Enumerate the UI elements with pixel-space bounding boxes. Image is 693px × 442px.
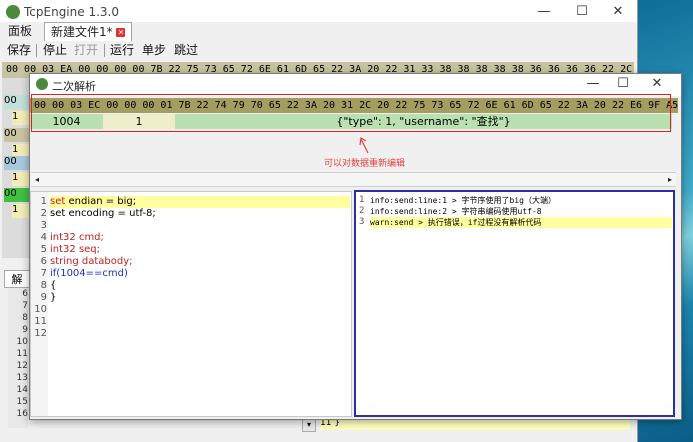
- open-button[interactable]: 打开: [74, 41, 98, 59]
- line-number: 13: [16, 373, 28, 383]
- line-number: 16: [16, 409, 28, 419]
- scroll-left-icon[interactable]: ◂: [31, 173, 43, 186]
- left-cell: 00: [4, 128, 30, 142]
- toolbar: 保存 停止 打开 运行 单步 跳过: [0, 41, 637, 59]
- code-line: set endian = big;: [50, 196, 350, 208]
- line-number: 6: [22, 289, 28, 299]
- stop-button[interactable]: 停止: [43, 41, 67, 59]
- line-number: 6: [40, 256, 47, 267]
- horizontal-scrollbar[interactable]: ◂ ▸: [31, 172, 676, 187]
- left-cell: 00: [4, 95, 30, 109]
- toolbar-divider: [104, 44, 105, 57]
- left-cell: 00: [4, 156, 30, 170]
- line-number: 10: [16, 337, 28, 347]
- line-number: 11: [34, 316, 47, 327]
- line-number: 8: [22, 313, 28, 323]
- left-cell: 1: [12, 172, 30, 186]
- line-number: 4: [40, 232, 47, 243]
- tab-close-icon[interactable]: ✕: [116, 28, 126, 37]
- code-line: }: [50, 292, 57, 303]
- left-cell: 1: [12, 204, 30, 218]
- secondary-parse-dialog: 二次解析 — ☐ ✕ 00 00 03 EC 00 00 00 01 7B 22…: [29, 73, 682, 420]
- console-line: info:send:line:2 > 字符串编码使用utf-8: [370, 207, 542, 216]
- code-line: int32 seq;: [50, 244, 101, 255]
- output-console[interactable]: 1 info:send:line:1 > 字节序使用了big（大端） 2 inf…: [354, 190, 675, 417]
- annotation-text: 可以对数据重新编辑: [324, 159, 406, 169]
- line-number: 3: [40, 220, 47, 231]
- main-title-bar: TcpEngine 1.3.0 — ☐ ✕: [0, 0, 637, 24]
- line-number: 15: [16, 397, 28, 407]
- run-button[interactable]: 运行: [110, 41, 134, 59]
- app-icon: [6, 5, 20, 19]
- annotation-box: [31, 94, 671, 132]
- console-line-warning: warn:send > 执行错误，if过程没有解析代码: [370, 217, 672, 228]
- parse-tab[interactable]: 解: [4, 270, 30, 288]
- line-number: 12: [16, 361, 28, 371]
- main-title: TcpEngine 1.3.0: [24, 5, 119, 19]
- code-line: if(1004==cmd): [50, 268, 128, 279]
- left-cells: 00 1 00 1 00 1 00 1: [2, 78, 32, 258]
- code-line: string databody;: [50, 256, 133, 267]
- close-button[interactable]: ✕: [595, 0, 641, 24]
- tab-new-file[interactable]: 新建文件1* ✕: [44, 22, 133, 41]
- console-line-number: 2: [359, 206, 365, 216]
- line-number: 10: [34, 304, 47, 315]
- line-number: 9: [22, 325, 28, 335]
- annotation-arrow-icon: [359, 137, 369, 154]
- jump-button[interactable]: 跳过: [174, 41, 198, 59]
- dialog-close-button[interactable]: ✕: [634, 73, 680, 95]
- line-number: 8: [40, 280, 47, 291]
- line-number: 2: [40, 208, 47, 219]
- tab-bar: 面板 新建文件1* ✕: [0, 22, 637, 42]
- left-cell: 00: [4, 188, 30, 202]
- left-cell: 1: [12, 111, 30, 125]
- console-line-number: 3: [359, 217, 365, 227]
- scroll-right-icon[interactable]: ▸: [664, 173, 676, 186]
- dialog-app-icon: [36, 78, 48, 90]
- tab-new-file-label: 新建文件1*: [51, 25, 113, 39]
- code-line: {: [50, 280, 57, 291]
- console-line-number: 1: [359, 195, 365, 205]
- bottom-line-numbers: 6 7 8 9 10 11 12 13 14 15 16: [8, 288, 28, 428]
- line-number: 7: [22, 301, 28, 311]
- line-number: 14: [16, 385, 28, 395]
- console-line: info:send:line:1 > 字节序使用了big（大端）: [370, 196, 556, 205]
- code-line: int32 cmd;: [50, 232, 104, 243]
- script-editor[interactable]: 1 set endian = big; 2 set encoding = utf…: [30, 191, 352, 417]
- line-number: 1: [40, 196, 47, 207]
- dialog-title-bar: 二次解析 — ☐ ✕: [30, 74, 681, 96]
- line-number: 5: [40, 244, 47, 255]
- line-number: 11: [16, 349, 28, 359]
- save-button[interactable]: 保存: [7, 41, 31, 59]
- scroll-down-icon[interactable]: ▾: [302, 418, 316, 432]
- line-number: 9: [40, 292, 47, 303]
- toolbar-divider: [36, 44, 37, 57]
- line-number: 12: [34, 328, 47, 339]
- tab-panel-label: 面板: [8, 24, 33, 38]
- line-number: 7: [40, 268, 47, 279]
- dialog-title: 二次解析: [52, 80, 96, 93]
- tab-panel[interactable]: 面板: [2, 22, 38, 40]
- step-button[interactable]: 单步: [142, 41, 166, 59]
- code-line: set encoding = utf-8;: [50, 208, 156, 219]
